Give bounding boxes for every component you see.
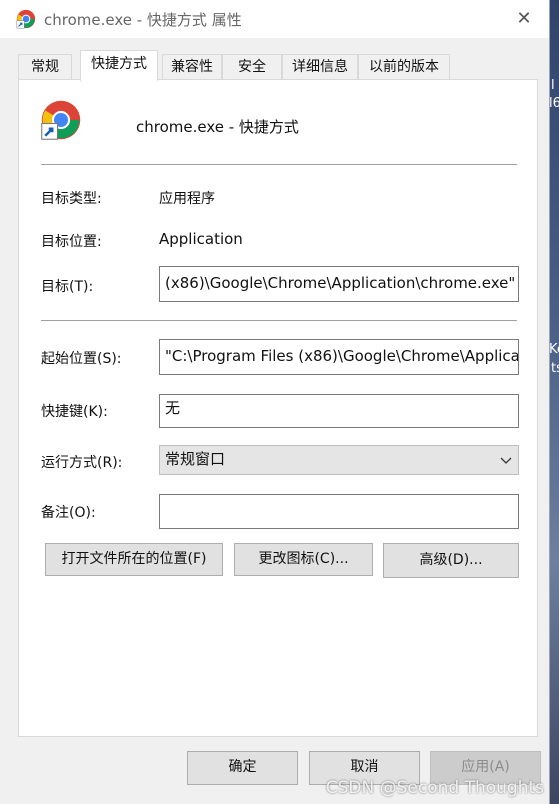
chevron-down-icon <box>500 457 512 464</box>
hotkey-label: 快捷键(K): <box>41 404 108 420</box>
target-type-label: 目标类型: <box>41 191 102 207</box>
close-button[interactable]: ✕ <box>513 8 535 30</box>
watermark: CSDN @Second Thoughts <box>325 778 544 798</box>
tab-previous-versions[interactable]: 以前的版本 <box>358 54 450 80</box>
comment-input[interactable] <box>159 494 519 529</box>
change-icon-button[interactable]: 更改图标(C)... <box>234 543 373 576</box>
properties-dialog: chrome.exe - 快捷方式 属性 ✕ 常规 快捷方式 兼容性 安全 详细… <box>0 0 550 804</box>
divider <box>41 320 517 321</box>
shortcut-panel: chrome.exe - 快捷方式 目标类型: 应用程序 目标位置: Appli… <box>18 79 538 737</box>
desktop-text-3: Ke <box>549 342 559 357</box>
tab-security[interactable]: 安全 <box>222 54 282 80</box>
tab-compatibility[interactable]: 兼容性 <box>162 54 222 80</box>
run-select-value: 常规窗口 <box>165 450 226 468</box>
tab-strip: 常规 快捷方式 兼容性 安全 详细信息 以前的版本 <box>18 50 538 81</box>
target-type-value: 应用程序 <box>159 191 215 207</box>
shortcut-name: chrome.exe - 快捷方式 <box>136 118 299 136</box>
chrome-icon <box>16 9 36 29</box>
title-bar[interactable]: chrome.exe - 快捷方式 属性 ✕ <box>0 0 549 38</box>
start-in-input[interactable]: "C:\Program Files (x86)\Google\Chrome\Ap… <box>159 339 519 375</box>
chrome-icon <box>41 100 81 140</box>
target-location-value: Application <box>159 230 243 248</box>
advanced-button[interactable]: 高级(D)... <box>383 543 519 578</box>
divider <box>41 164 517 165</box>
tab-shortcut[interactable]: 快捷方式 <box>80 50 158 81</box>
run-select[interactable]: 常规窗口 <box>159 445 519 475</box>
target-input[interactable]: (x86)\Google\Chrome\Application\chrome.e… <box>159 266 519 302</box>
target-label: 目标(T): <box>41 279 94 295</box>
tab-general[interactable]: 常规 <box>18 54 72 80</box>
close-icon: ✕ <box>516 8 532 29</box>
ok-button[interactable]: 确定 <box>187 751 298 785</box>
desktop-text-4: ts <box>551 361 559 376</box>
target-location-label: 目标位置: <box>41 234 102 250</box>
tab-details[interactable]: 详细信息 <box>282 54 358 80</box>
open-file-location-button[interactable]: 打开文件所在的位置(F) <box>45 543 223 576</box>
start-in-label: 起始位置(S): <box>41 351 122 367</box>
hotkey-input[interactable]: 无 <box>159 394 519 428</box>
comment-label: 备注(O): <box>41 505 96 521</box>
run-label: 运行方式(R): <box>41 455 123 471</box>
desktop-text-1: l <box>551 78 555 93</box>
window-title: chrome.exe - 快捷方式 属性 <box>44 11 242 29</box>
desktop-text-2: l6 <box>549 96 559 111</box>
